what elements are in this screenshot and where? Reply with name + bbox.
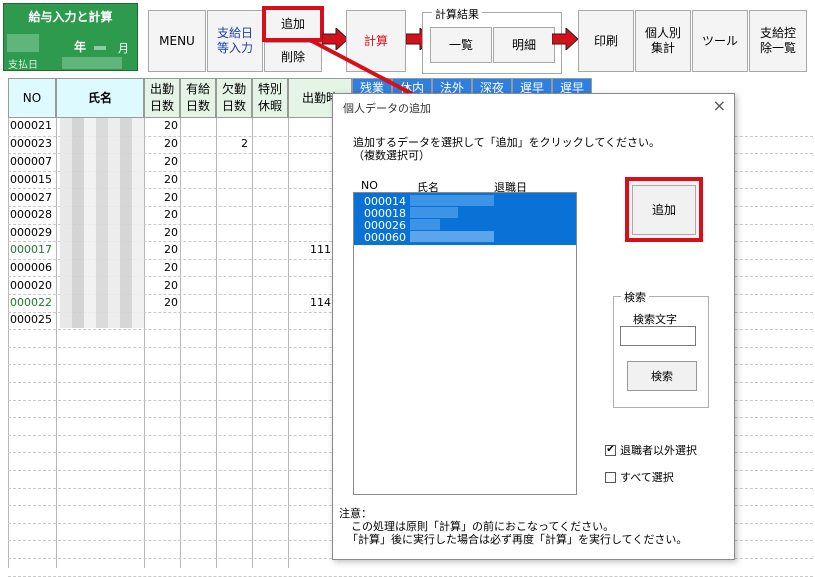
checkbox-box[interactable]: ✔ [605,444,616,456]
list-header: NO 氏名 退職日 [361,179,527,194]
list-item-name-blurred [410,219,440,230]
list-item[interactable]: 000026 [354,219,576,232]
note-title: 注意： [339,507,372,520]
add-person-dialog[interactable]: 個人データの追加 × 追加するデータを選択して「追加」をクリックしてください。 … [332,93,735,560]
instruction-line: 追加するデータを選択して「追加」をクリックしてください。 [353,136,661,149]
search-group-label: 検索 [621,289,649,305]
search-text-label: 検索文字 [633,313,677,326]
person-listbox[interactable]: 000014 000018 000026 000060 [353,192,577,495]
note-line: この処理は原則「計算」の前におこなってください。 [351,520,615,533]
search-button[interactable]: 検索 [627,361,697,391]
dialog-add-button-label: 追加 [632,184,696,235]
list-item[interactable]: 000014 [354,195,576,208]
list-item-name-blurred [410,195,494,206]
select-all-label: すべて選択 [620,471,674,484]
list-item[interactable]: 000018 [354,207,576,220]
list-item-no: 000060 [364,231,406,244]
search-input[interactable] [620,326,696,346]
dialog-add-button[interactable]: 追加 [625,177,703,242]
instruction-line: （複数選択可） [353,149,430,162]
grid-line [8,575,815,577]
dialog-instruction: 追加するデータを選択して「追加」をクリックしてください。 （複数選択可） [353,136,660,162]
dialog-title: 個人データの追加 [343,102,431,115]
list-header-no: NO [361,179,378,192]
close-icon[interactable]: × [713,96,726,115]
list-item-name-blurred [410,231,494,242]
exclude-retired-checkbox[interactable]: ✔ 退職者以外選択 [605,442,697,458]
checkbox-box[interactable] [605,471,616,483]
exclude-retired-label: 退職者以外選択 [620,444,697,457]
note-line: 「計算」後に実行した場合は必ず再度「計算」を実行してください。 [347,533,688,546]
select-all-checkbox[interactable]: すべて選択 [605,469,674,485]
list-item-name-blurred [410,207,458,218]
dialog-note: 注意： この処理は原則「計算」の前におこなってください。 「計算」後に実行した場… [339,507,687,546]
list-item[interactable]: 000060 [354,231,576,244]
